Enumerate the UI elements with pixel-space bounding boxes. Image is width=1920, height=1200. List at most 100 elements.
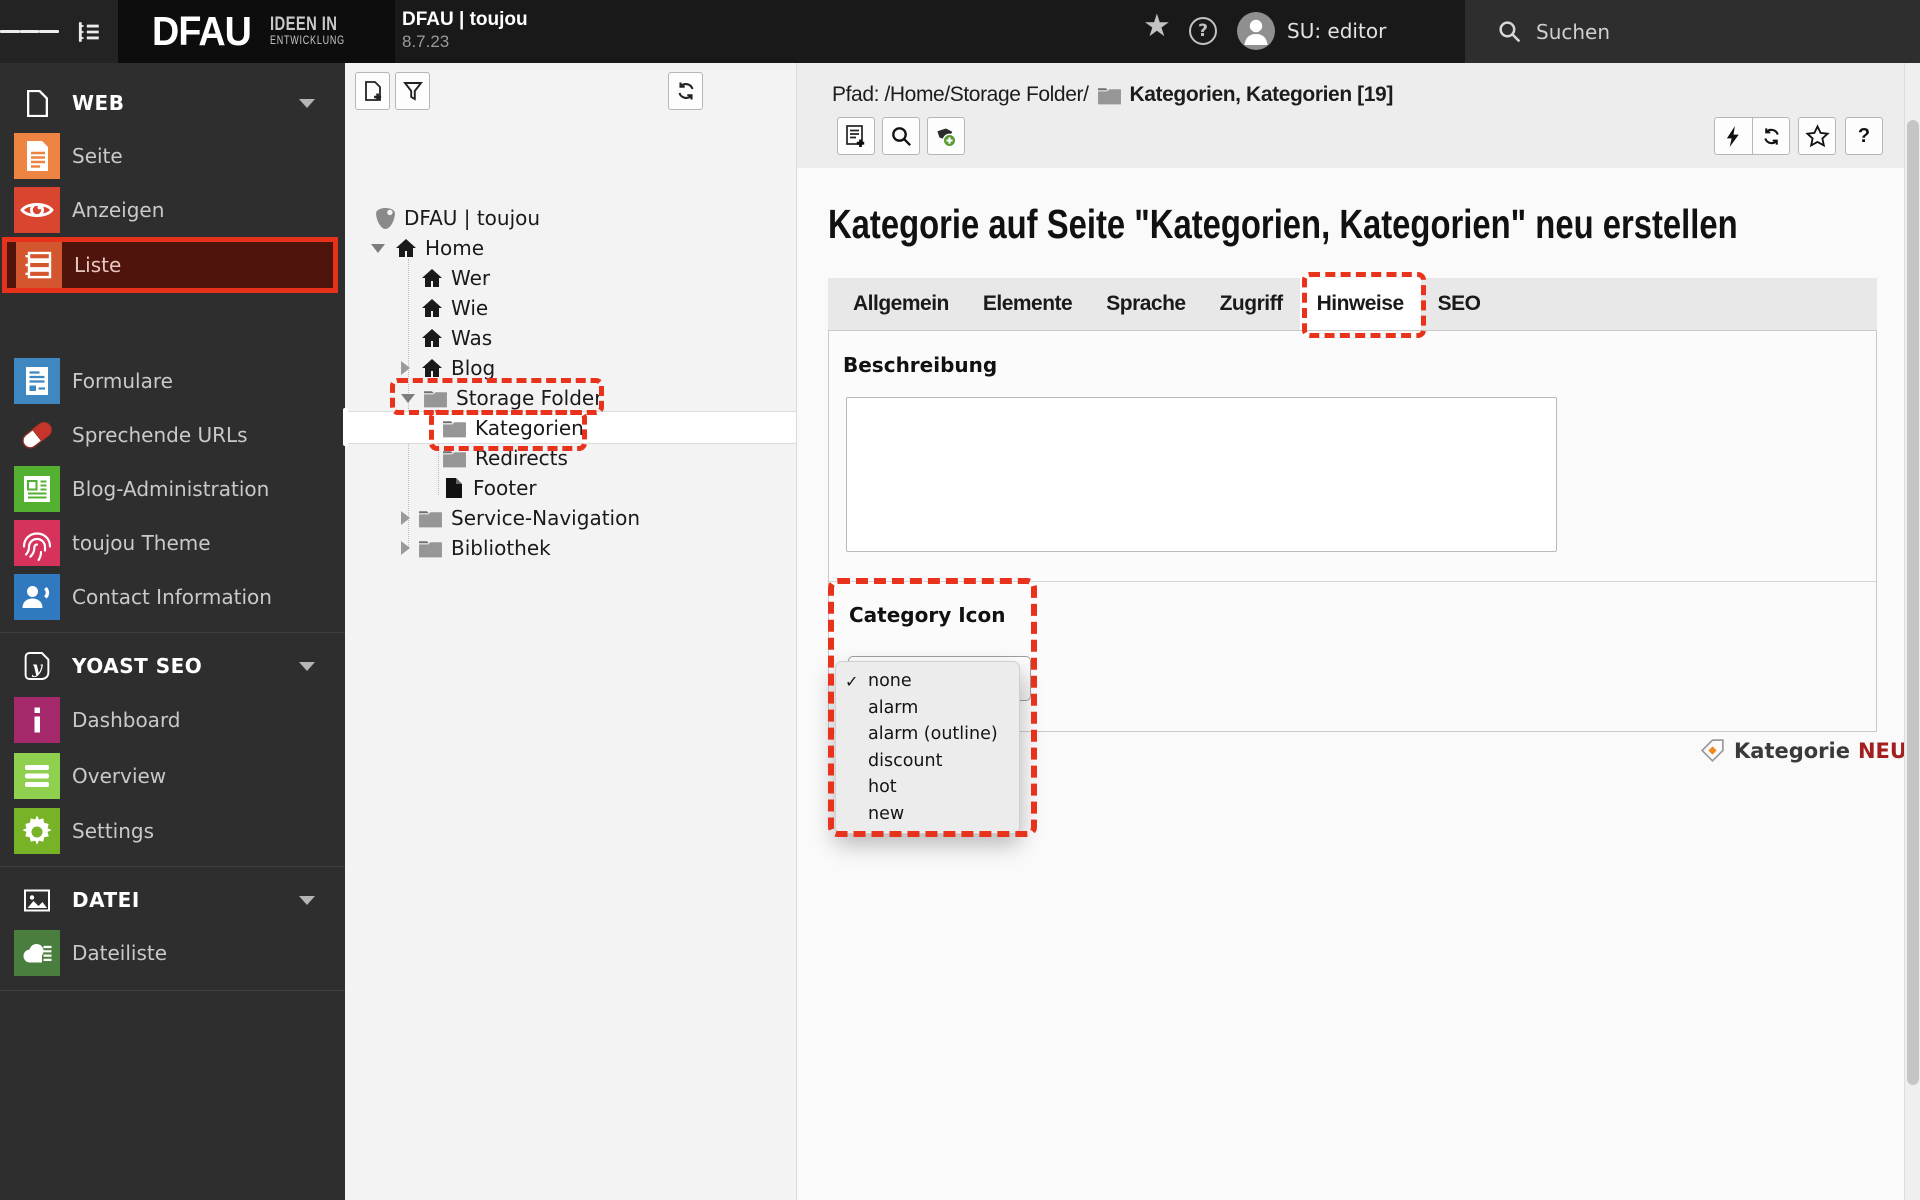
tree-node-home[interactable]: Home: [371, 233, 484, 263]
sidebar-section-datei[interactable]: DATEI: [0, 877, 345, 923]
folder-icon: [419, 510, 442, 527]
sidebar-item-liste[interactable]: Liste: [2, 237, 338, 293]
star-outline-icon[interactable]: [1798, 117, 1836, 155]
sidebar-item-seite[interactable]: Seite: [0, 129, 345, 183]
sidebar-item-dateiliste[interactable]: Dateiliste: [0, 926, 345, 980]
typo3-logo-icon: [376, 207, 395, 229]
record-type-badge: Kategorie NEU: [1699, 737, 1907, 764]
logo-text: DFAU: [152, 8, 252, 54]
pagetree-toggle-icon[interactable]: [59, 0, 118, 63]
home-icon: [422, 269, 442, 287]
record-toolbar: [837, 117, 965, 155]
tree-node-service-navigation[interactable]: Service-Navigation: [401, 503, 640, 533]
new-page-icon[interactable]: [355, 72, 390, 110]
description-textarea[interactable]: [846, 397, 1557, 552]
tab-hinweise[interactable]: Hinweise: [1299, 278, 1421, 330]
sidebar-item-sprechende-urls[interactable]: Sprechende URLs: [0, 408, 345, 462]
page-tree-panel: DFAU | toujou Home Wer Wie Was Blog Stor…: [345, 63, 797, 1200]
tree-node-redirects[interactable]: Redirects: [442, 443, 568, 473]
tree-node-wie[interactable]: Wie: [421, 293, 488, 323]
svg-text:y: y: [31, 658, 43, 678]
scrollbar-thumb[interactable]: [1907, 120, 1919, 1085]
sidebar-section-yoast[interactable]: y YOAST SEO: [0, 643, 345, 689]
new-category-icon[interactable]: [927, 117, 965, 155]
caret-open-icon[interactable]: [371, 243, 385, 253]
site-title: DFAU | toujou: [402, 9, 528, 30]
caret-closed-icon[interactable]: [401, 511, 410, 525]
help-icon[interactable]: ?: [1189, 17, 1217, 45]
sidebar-item-settings[interactable]: Settings: [0, 804, 345, 858]
typo3-backend: DFAU IDEEN IN ENTWICKLUNG DFAU | toujou …: [0, 0, 1920, 1200]
dropdown-option-alarm[interactable]: alarm: [836, 695, 1019, 722]
search-icon[interactable]: [882, 117, 920, 155]
filter-icon[interactable]: [395, 72, 430, 110]
chevron-down-icon: [299, 895, 315, 905]
tag-icon: [1700, 739, 1724, 763]
home-icon: [422, 359, 442, 377]
tree-node-was[interactable]: Was: [421, 323, 492, 353]
search-placeholder: Suchen: [1536, 19, 1611, 44]
rows-icon: [14, 753, 60, 799]
caret-open-icon[interactable]: [401, 393, 415, 403]
avatar: [1237, 12, 1275, 50]
sidebar-item-anzeigen[interactable]: Anzeigen: [0, 183, 345, 237]
caret-closed-icon[interactable]: [401, 361, 410, 375]
dropdown-option-new[interactable]: new: [836, 801, 1019, 828]
page-title: Kategorie auf Seite "Kategorien, Kategor…: [828, 201, 1738, 247]
topbar-toggles: [0, 0, 118, 63]
home-icon: [396, 239, 416, 257]
bolt-icon[interactable]: [1714, 117, 1752, 155]
dropdown-option-alarm-outline[interactable]: alarm (outline): [836, 721, 1019, 748]
dropdown-option-discount[interactable]: discount: [836, 748, 1019, 775]
sidebar-item-contact-information[interactable]: Contact Information: [0, 570, 345, 624]
tab-seo[interactable]: SEO: [1421, 278, 1498, 330]
tree-node-wer[interactable]: Wer: [421, 263, 490, 293]
bookmark-star-icon[interactable]: ★: [1143, 8, 1171, 44]
search-icon: [1499, 21, 1521, 43]
tab-allgemein[interactable]: Allgemein: [836, 278, 966, 330]
sidebar-item-blog-administration[interactable]: Blog-Administration: [0, 462, 345, 516]
username: SU: editor: [1287, 19, 1387, 43]
section-title: WEB: [72, 91, 125, 115]
tab-elemente[interactable]: Elemente: [966, 278, 1089, 330]
user-menu[interactable]: SU: editor: [1237, 12, 1386, 50]
panel-splitter-handle[interactable]: [343, 408, 348, 446]
dropdown-option-none[interactable]: ✓ none: [836, 668, 1019, 695]
description-label: Beschreibung: [843, 353, 998, 377]
help-icon[interactable]: ?: [1845, 117, 1883, 155]
tree-node-footer[interactable]: Footer: [445, 473, 537, 503]
tab-sprache[interactable]: Sprache: [1089, 278, 1202, 330]
refresh-icon[interactable]: [668, 72, 703, 110]
home-icon: [422, 299, 442, 317]
site-info: DFAU | toujou 8.7.23: [402, 9, 528, 52]
document-icon: [14, 133, 60, 179]
folder-icon: [443, 450, 466, 467]
caret-closed-icon[interactable]: [401, 541, 410, 555]
badge-label: Kategorie: [1734, 738, 1850, 763]
dropdown-option-hot[interactable]: hot: [836, 774, 1019, 801]
new-record-icon[interactable]: [837, 117, 875, 155]
sidebar-section-web[interactable]: WEB: [0, 80, 345, 126]
tree-node-bibliothek[interactable]: Bibliothek: [401, 533, 551, 563]
content-scrollbar[interactable]: [1904, 63, 1920, 1200]
sidebar-item-dashboard[interactable]: Dashboard: [0, 693, 345, 747]
tree-node-storage-folder[interactable]: Storage Folder: [401, 383, 602, 413]
tree-node-blog[interactable]: Blog: [401, 353, 495, 383]
home-icon: [422, 329, 442, 347]
tree-root[interactable]: DFAU | toujou: [375, 203, 540, 233]
contacts-icon: [14, 574, 60, 620]
chevron-down-icon: [299, 98, 315, 108]
sidebar-item-overview[interactable]: Overview: [0, 749, 345, 803]
filelist-icon: [14, 930, 60, 976]
tree-node-kategorien[interactable]: Kategorien: [442, 413, 584, 443]
reload-icon[interactable]: [1752, 117, 1790, 155]
sidebar-item-toujou-theme[interactable]: toujou Theme: [0, 516, 345, 570]
gear-icon: [14, 808, 60, 854]
topbar-search[interactable]: Suchen: [1465, 0, 1920, 63]
sidebar-item-formulare[interactable]: Formulare: [0, 354, 345, 408]
category-icon-dropdown: ✓ none alarm alarm (outline) discount ho…: [835, 661, 1020, 834]
breadcrumb: Pfad: /Home/Storage Folder/ Kategorien, …: [832, 83, 1393, 107]
eye-icon: [14, 187, 60, 233]
menu-icon[interactable]: [0, 0, 60, 63]
tab-zugriff[interactable]: Zugriff: [1203, 278, 1300, 330]
